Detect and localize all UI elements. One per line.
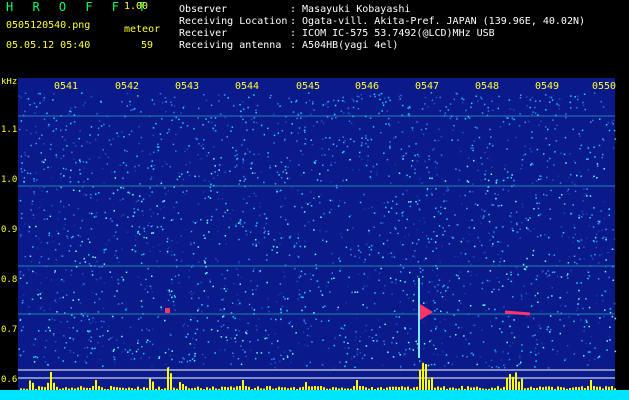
spectrogram: kHz 1.1 1.0 0.9 0.8 0.7 0.6 0541 0542 05… — [0, 78, 629, 400]
time-tick-label: 0549 — [535, 81, 559, 92]
freq-tick-label: 0.9 — [1, 225, 17, 235]
meteor-count: 59 — [141, 40, 154, 51]
time-tick-label: 0541 — [54, 81, 78, 92]
antenna-key: Receiving antenna — [179, 40, 282, 51]
time-tick-label: 0547 — [415, 81, 439, 92]
observer-key: Observer — [179, 4, 228, 15]
antenna-value: : A504HB(yagi 4el) — [290, 40, 399, 51]
time-tick-label: 0548 — [475, 81, 499, 92]
receiver-value: : ICOM IC-575 53.7492(@LCD)MHz USB — [290, 28, 495, 39]
location-key: Receiving Location — [179, 16, 288, 27]
time-tick-label: 0543 — [175, 81, 199, 92]
time-tick-label: 0545 — [296, 81, 320, 92]
spectrogram-background — [18, 78, 615, 400]
observer-value: : Masayuki Kobayashi — [290, 4, 411, 15]
app-version: 1.00 — [124, 1, 149, 12]
frequency-axis: kHz 1.1 1.0 0.9 0.8 0.7 0.6 — [1, 78, 17, 385]
freq-tick-label: 1.0 — [1, 175, 17, 185]
meteor-echo-2 — [504, 310, 531, 316]
time-tick-label: 0550 — [592, 81, 616, 92]
freq-tick-label: 1.1 — [1, 125, 17, 135]
freq-unit-label: kHz — [1, 78, 17, 87]
time-tick-label: 0544 — [235, 81, 259, 92]
freq-tick-label: 0.7 — [1, 325, 17, 335]
signal-baseline — [0, 390, 629, 400]
receiver-key: Receiver — [179, 28, 228, 39]
time-tick-label: 0546 — [355, 81, 379, 92]
freq-tick-label: 0.6 — [1, 375, 17, 385]
timestamp: 05.05.12 05:40 — [6, 40, 91, 51]
freq-tick-label: 0.8 — [1, 275, 17, 285]
file-name: 0505120540.png — [6, 20, 91, 31]
location-value: : Ogata-vill. Akita-Pref. JAPAN (139.96E… — [290, 16, 586, 27]
meteor-echo-3 — [165, 308, 170, 313]
meteor-label: meteor — [124, 24, 161, 35]
time-tick-label: 0542 — [115, 81, 139, 92]
